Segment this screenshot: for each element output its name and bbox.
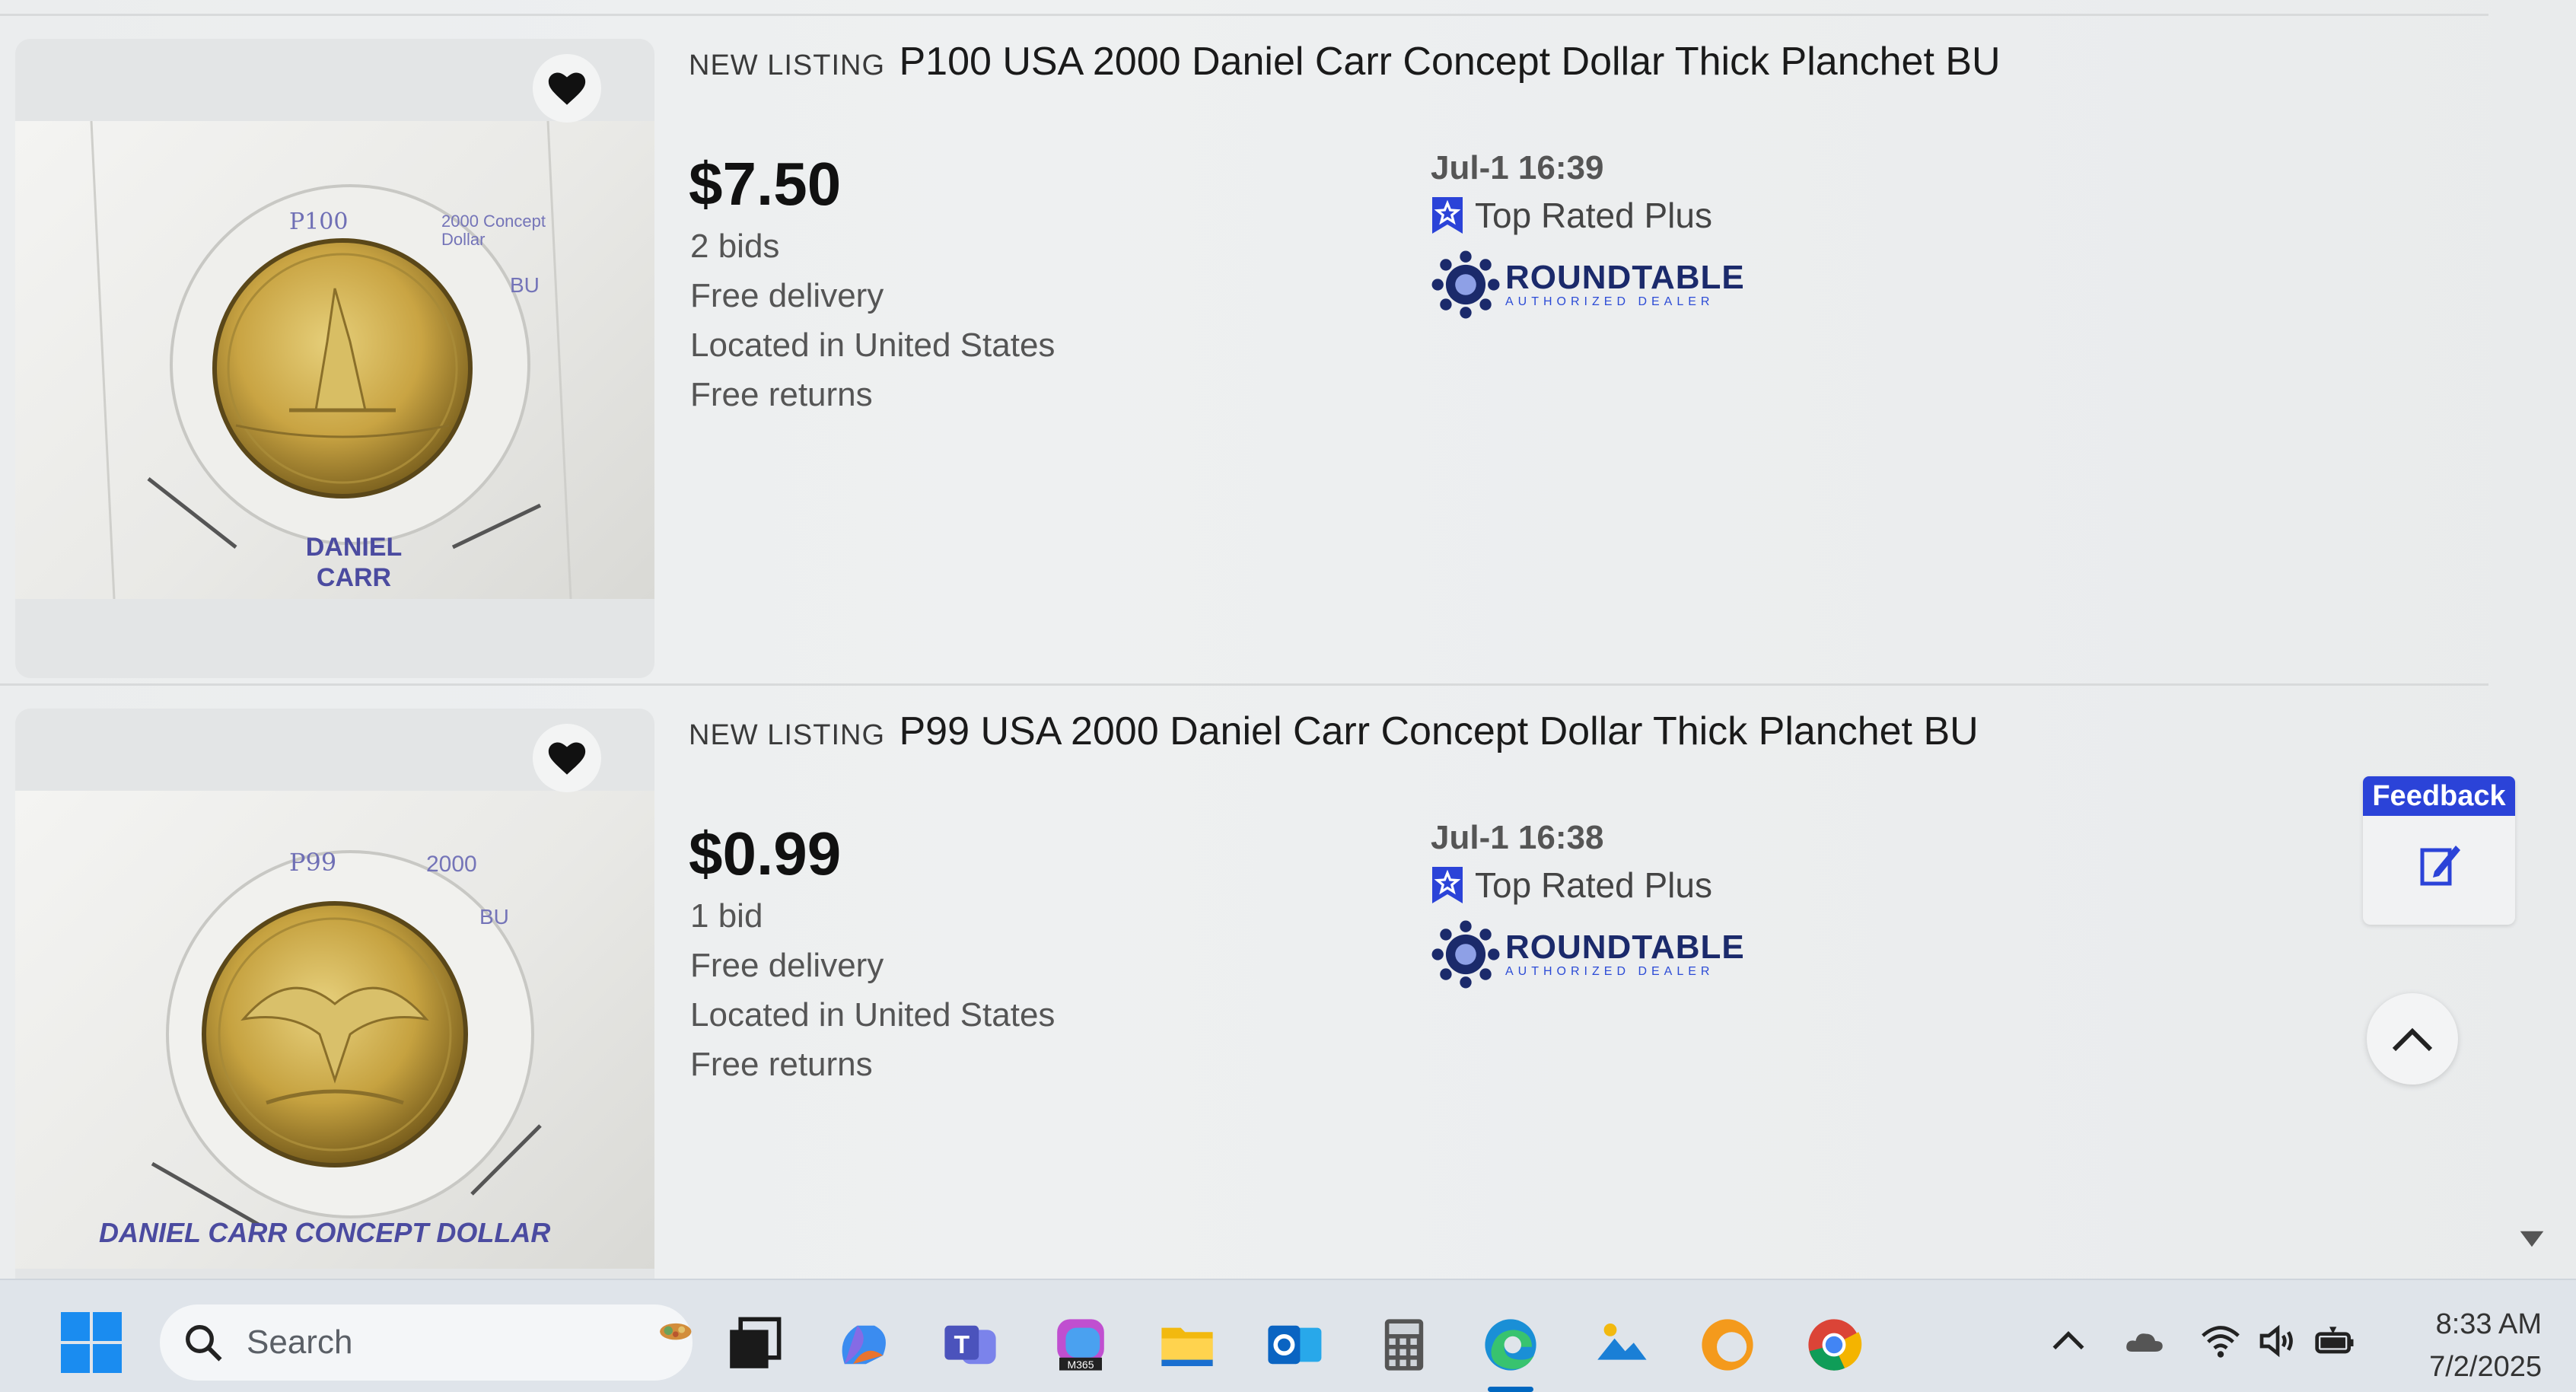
watch-heart-button[interactable] bbox=[533, 724, 601, 792]
windows-start-icon[interactable] bbox=[61, 1312, 122, 1373]
tray-chevron-up-icon[interactable] bbox=[2047, 1311, 2090, 1371]
photo-note-side: BU bbox=[479, 905, 509, 929]
returns-info: Free returns bbox=[690, 1046, 873, 1083]
seller-name: ROUNDTABLE bbox=[1505, 929, 1745, 966]
photo-note-side: BU bbox=[510, 273, 540, 297]
teams-icon[interactable]: T bbox=[936, 1311, 1005, 1379]
calculator-icon[interactable] bbox=[1370, 1311, 1438, 1379]
clock-date: 7/2/2025 bbox=[2429, 1351, 2542, 1383]
m365-icon[interactable]: M365 bbox=[1046, 1311, 1115, 1379]
listing-title[interactable]: P99 USA 2000 Daniel Carr Concept Dollar … bbox=[899, 709, 1978, 753]
returns-info: Free returns bbox=[690, 376, 873, 413]
svg-text:T: T bbox=[954, 1331, 970, 1359]
listing-title-link[interactable]: NEW LISTING P100 USA 2000 Daniel Carr Co… bbox=[689, 39, 2439, 84]
chrome-icon[interactable] bbox=[1800, 1311, 1868, 1379]
coin-photo: P100 2000 Concept Dollar BU DANIEL CARR bbox=[15, 120, 654, 600]
seller-tagline: AUTHORIZED DEALER bbox=[1505, 295, 1715, 308]
heart-icon bbox=[548, 742, 586, 775]
seller-info: Jul-1 16:39 Top Rated Plus ROUNDTABLE AU… bbox=[1431, 149, 1745, 320]
taskbar-search[interactable]: Search bbox=[160, 1304, 693, 1381]
volume-icon[interactable] bbox=[2256, 1311, 2299, 1371]
photo-note-bottom: DANIEL CARR CONCEPT DOLLAR bbox=[99, 1217, 551, 1248]
feedback-edit-icon bbox=[2419, 840, 2462, 891]
battery-icon[interactable] bbox=[2313, 1311, 2356, 1371]
search-highlight-icon bbox=[660, 1323, 692, 1340]
listing-title-link[interactable]: NEW LISTING P99 USA 2000 Daniel Carr Con… bbox=[689, 709, 2439, 754]
scrollbar-down-arrow-icon[interactable] bbox=[2519, 1229, 2545, 1249]
photo-note-top-left: P99 bbox=[289, 848, 337, 877]
location-info: Located in United States bbox=[690, 326, 1056, 364]
search-results: P100 2000 Concept Dollar BU DANIEL CARR … bbox=[0, 0, 2576, 1348]
photo-note-top-right: 2000 bbox=[426, 852, 477, 877]
back-to-top-button[interactable] bbox=[2367, 993, 2458, 1085]
task-view-icon[interactable] bbox=[719, 1311, 788, 1379]
chevron-up-icon bbox=[2392, 1027, 2433, 1052]
delivery-info: Free delivery bbox=[690, 947, 884, 984]
svg-text:M365: M365 bbox=[1067, 1359, 1094, 1371]
seller-logo[interactable]: ROUNDTABLE AUTHORIZED DEALER bbox=[1431, 919, 1745, 989]
feedback-button[interactable]: Feedback bbox=[2363, 776, 2515, 925]
search-label: Search bbox=[247, 1324, 353, 1361]
listing-price: $0.99 bbox=[689, 820, 842, 887]
seller-logo[interactable]: ROUNDTABLE AUTHORIZED DEALER bbox=[1431, 250, 1745, 320]
seller-info: Jul-1 16:38 Top Rated Plus ROUNDTABLE AU… bbox=[1431, 819, 1745, 989]
heart-icon bbox=[548, 72, 586, 105]
coin-photo-drawing bbox=[90, 120, 572, 600]
outlook-icon[interactable] bbox=[1259, 1311, 1328, 1379]
roundtable-logo-icon bbox=[1431, 919, 1501, 989]
location-info: Located in United States bbox=[690, 996, 1056, 1034]
listing-image[interactable]: P99 2000 BU DANIEL CARR CONCEPT DOLLAR bbox=[15, 709, 654, 1348]
top-rated-plus: Top Rated Plus bbox=[1431, 195, 1745, 236]
bid-count: 2 bids bbox=[690, 228, 780, 265]
active-app-indicator bbox=[1488, 1387, 1533, 1392]
photo-note-bottom: DANIEL CARR bbox=[305, 533, 403, 592]
copilot-icon[interactable] bbox=[829, 1311, 898, 1379]
end-time: Jul-1 16:39 bbox=[1431, 149, 1604, 186]
seller-tagline: AUTHORIZED DEALER bbox=[1505, 965, 1715, 978]
search-icon bbox=[186, 1325, 222, 1362]
watch-heart-button[interactable] bbox=[533, 54, 601, 123]
roundtable-logo-icon bbox=[1431, 250, 1501, 320]
wifi-icon[interactable] bbox=[2199, 1311, 2242, 1371]
photos-icon[interactable] bbox=[1587, 1311, 1655, 1379]
taskbar: Search T M365 8:33 AM 7/2/2025 bbox=[0, 1279, 2576, 1392]
new-listing-badge: NEW LISTING bbox=[689, 49, 886, 81]
photo-note-top-left: P100 bbox=[289, 209, 349, 235]
listing-card[interactable]: P100 2000 Concept Dollar BU DANIEL CARR … bbox=[0, 14, 2488, 683]
top-rated-label: Top Rated Plus bbox=[1475, 865, 1712, 905]
listing-card[interactable]: P99 2000 BU DANIEL CARR CONCEPT DOLLAR N… bbox=[0, 683, 2488, 1353]
onedrive-icon[interactable] bbox=[2123, 1311, 2166, 1371]
listing-details: 1 bid Free delivery Located in United St… bbox=[690, 891, 1055, 1089]
photo-note-top-right: 2000 Concept Dollar bbox=[441, 212, 546, 249]
listing-price: $7.50 bbox=[689, 150, 842, 218]
top-rated-icon bbox=[1431, 196, 1464, 235]
file-explorer-icon[interactable] bbox=[1153, 1311, 1221, 1379]
edge-canary-icon[interactable] bbox=[1693, 1311, 1762, 1379]
edge-icon[interactable] bbox=[1476, 1311, 1545, 1379]
new-listing-badge: NEW LISTING bbox=[689, 719, 886, 751]
screen: P100 2000 Concept Dollar BU DANIEL CARR … bbox=[0, 0, 2576, 1392]
bid-count: 1 bid bbox=[690, 897, 763, 935]
delivery-info: Free delivery bbox=[690, 277, 884, 314]
top-rated-icon bbox=[1431, 865, 1464, 905]
end-time: Jul-1 16:38 bbox=[1431, 819, 1604, 856]
coin-photo: P99 2000 BU DANIEL CARR CONCEPT DOLLAR bbox=[15, 791, 654, 1269]
top-rated-plus: Top Rated Plus bbox=[1431, 865, 1745, 906]
listing-image[interactable]: P100 2000 Concept Dollar BU DANIEL CARR bbox=[15, 39, 654, 678]
clock-time: 8:33 AM bbox=[2435, 1308, 2542, 1340]
top-rated-label: Top Rated Plus bbox=[1475, 196, 1712, 235]
feedback-label: Feedback bbox=[2363, 776, 2515, 816]
listing-details: 2 bids Free delivery Located in United S… bbox=[690, 221, 1055, 419]
seller-name: ROUNDTABLE bbox=[1505, 259, 1745, 296]
system-clock[interactable]: 8:33 AM 7/2/2025 bbox=[2390, 1303, 2542, 1388]
listing-title[interactable]: P100 USA 2000 Daniel Carr Concept Dollar… bbox=[899, 40, 2000, 84]
